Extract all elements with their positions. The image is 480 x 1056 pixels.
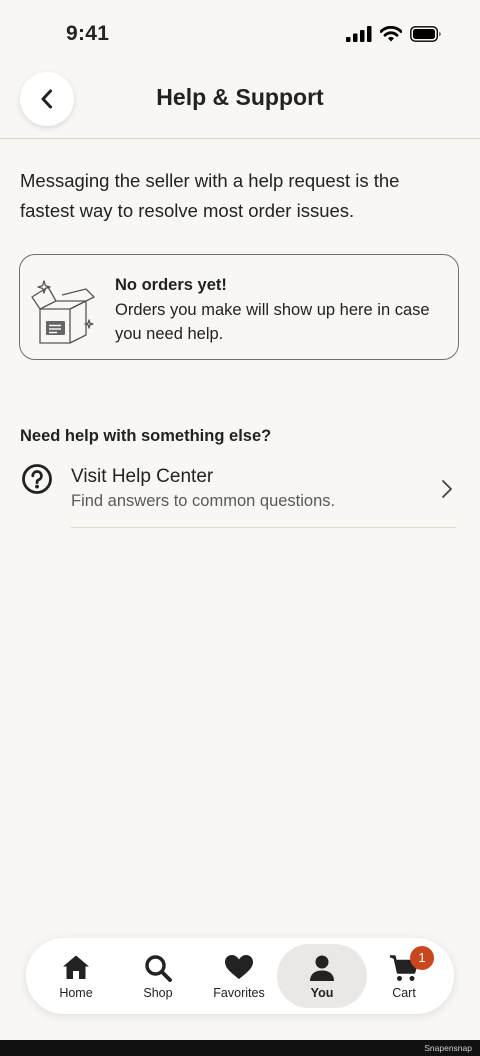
chevron-right-icon	[442, 480, 452, 498]
cart-badge: 1	[410, 946, 434, 970]
tab-label-favorites: Favorites	[213, 986, 265, 1000]
empty-state-text: Orders you make will show up here in cas…	[115, 301, 430, 343]
heart-icon	[225, 955, 253, 979]
page-title: Help & Support	[156, 84, 324, 110]
status-icons	[346, 26, 442, 42]
watermark-bar: Snapensnap	[0, 1040, 480, 1056]
divider	[71, 527, 456, 528]
help-center-subtitle: Find answers to common questions.	[71, 492, 336, 510]
status-time: 9:41	[66, 22, 110, 45]
empty-state-title: No orders yet!	[115, 276, 227, 294]
status-bar: 9:41	[0, 0, 480, 70]
section-heading: Need help with something else?	[20, 427, 272, 445]
search-icon	[145, 955, 172, 982]
header: Help & Support	[0, 70, 480, 139]
tab-favorites[interactable]: Favorites	[197, 938, 281, 1014]
open-box-icon	[31, 280, 95, 344]
watermark-text: Snapensnap	[424, 1043, 472, 1053]
signal-icon	[346, 26, 372, 42]
tab-shop[interactable]: Shop	[116, 938, 200, 1014]
question-circle-icon	[22, 464, 52, 494]
tab-cart[interactable]: 1 Cart	[362, 938, 446, 1014]
tab-label-you: You	[310, 986, 334, 1000]
wifi-icon	[380, 26, 402, 42]
visit-help-center-row[interactable]: Visit Help Center Find answers to common…	[0, 456, 480, 528]
person-icon	[310, 955, 334, 981]
intro-text: Messaging the seller with a help request…	[20, 170, 400, 221]
tab-label-shop: Shop	[143, 986, 173, 1000]
battery-icon	[410, 26, 441, 42]
tab-label-cart: Cart	[392, 986, 416, 1000]
bottom-tab-bar: Home Shop Favorites You 1 Cart	[26, 938, 454, 1014]
no-orders-card: No orders yet! Orders you make will show…	[19, 254, 459, 360]
home-icon	[63, 955, 89, 979]
help-center-title: Visit Help Center	[71, 466, 214, 487]
tab-home[interactable]: Home	[34, 938, 118, 1014]
tab-you[interactable]: You	[277, 938, 367, 1014]
tab-label-home: Home	[59, 986, 93, 1000]
